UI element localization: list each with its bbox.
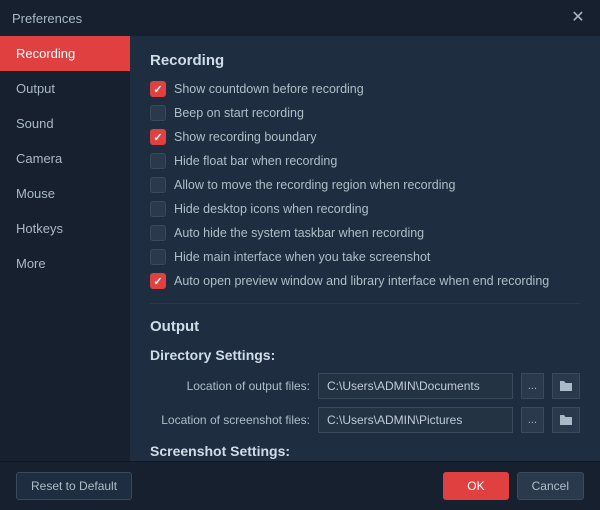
content-area: Recording Output Sound Camera Mouse Hotk… — [0, 36, 600, 461]
checkbox-desktop-icons-input[interactable] — [150, 201, 166, 217]
checkbox-taskbar-input[interactable] — [150, 225, 166, 241]
bottom-bar: Reset to Default OK Cancel — [0, 461, 600, 510]
sidebar-item-camera[interactable]: Camera — [0, 141, 130, 176]
screenshot-files-folder-button[interactable] — [552, 407, 580, 433]
checkbox-main-interface-label[interactable]: Hide main interface when you take screen… — [174, 250, 430, 264]
checkbox-taskbar: Auto hide the system taskbar when record… — [150, 225, 580, 241]
checkbox-desktop-icons-label[interactable]: Hide desktop icons when recording — [174, 202, 369, 216]
close-button[interactable]: ✕ — [568, 8, 588, 28]
sidebar-item-hotkeys[interactable]: Hotkeys — [0, 211, 130, 246]
checkbox-boundary: Show recording boundary — [150, 129, 580, 145]
checkbox-preview-label[interactable]: Auto open preview window and library int… — [174, 274, 549, 288]
sidebar-item-sound[interactable]: Sound — [0, 106, 130, 141]
checkbox-boundary-input[interactable] — [150, 129, 166, 145]
output-section-title: Output — [150, 318, 580, 335]
recording-section-title: Recording — [150, 52, 580, 69]
section-divider — [150, 303, 580, 304]
screenshot-files-row: Location of screenshot files: ... — [150, 407, 580, 433]
sidebar-item-recording[interactable]: Recording — [0, 36, 130, 71]
checkbox-countdown: Show countdown before recording — [150, 81, 580, 97]
checkbox-taskbar-label[interactable]: Auto hide the system taskbar when record… — [174, 226, 424, 240]
folder-icon-2 — [559, 414, 573, 426]
checkbox-countdown-input[interactable] — [150, 81, 166, 97]
checkbox-main-interface-input[interactable] — [150, 249, 166, 265]
checkbox-beep-label[interactable]: Beep on start recording — [174, 106, 304, 120]
checkbox-movable-label[interactable]: Allow to move the recording region when … — [174, 178, 455, 192]
checkbox-desktop-icons: Hide desktop icons when recording — [150, 201, 580, 217]
checkbox-beep: Beep on start recording — [150, 105, 580, 121]
cancel-button[interactable]: Cancel — [517, 472, 584, 500]
checkbox-beep-input[interactable] — [150, 105, 166, 121]
checkbox-floatbar: Hide float bar when recording — [150, 153, 580, 169]
output-files-row: Location of output files: ... — [150, 373, 580, 399]
screenshot-files-input[interactable] — [318, 407, 513, 433]
sidebar-item-output[interactable]: Output — [0, 71, 130, 106]
screenshot-section: Screenshot Settings: Screenshot format: … — [150, 443, 580, 461]
output-files-folder-button[interactable] — [552, 373, 580, 399]
screenshot-files-label: Location of screenshot files: — [150, 413, 310, 427]
action-buttons: OK Cancel — [443, 472, 584, 500]
checkbox-boundary-label[interactable]: Show recording boundary — [174, 130, 316, 144]
checkbox-floatbar-label[interactable]: Hide float bar when recording — [174, 154, 337, 168]
screenshot-files-dots-button[interactable]: ... — [521, 407, 544, 433]
screenshot-settings-title: Screenshot Settings: — [150, 443, 580, 459]
title-bar: Preferences ✕ — [0, 0, 600, 36]
output-section: Output Directory Settings: Location of o… — [150, 318, 580, 433]
checkbox-floatbar-input[interactable] — [150, 153, 166, 169]
checkbox-preview-input[interactable] — [150, 273, 166, 289]
directory-settings-title: Directory Settings: — [150, 347, 580, 363]
checkbox-main-interface: Hide main interface when you take screen… — [150, 249, 580, 265]
sidebar-item-more[interactable]: More — [0, 246, 130, 281]
checkbox-countdown-label[interactable]: Show countdown before recording — [174, 82, 364, 96]
main-panel: Recording Show countdown before recordin… — [130, 36, 600, 461]
folder-icon — [559, 380, 573, 392]
output-files-label: Location of output files: — [150, 379, 310, 393]
checkbox-movable-input[interactable] — [150, 177, 166, 193]
checkbox-preview: Auto open preview window and library int… — [150, 273, 580, 289]
reset-button[interactable]: Reset to Default — [16, 472, 132, 500]
sidebar: Recording Output Sound Camera Mouse Hotk… — [0, 36, 130, 461]
preferences-dialog: Preferences ✕ Recording Output Sound Cam… — [0, 0, 600, 510]
output-files-dots-button[interactable]: ... — [521, 373, 544, 399]
checkbox-movable: Allow to move the recording region when … — [150, 177, 580, 193]
sidebar-item-mouse[interactable]: Mouse — [0, 176, 130, 211]
output-files-input[interactable] — [318, 373, 513, 399]
dialog-title: Preferences — [12, 11, 82, 26]
ok-button[interactable]: OK — [443, 472, 508, 500]
